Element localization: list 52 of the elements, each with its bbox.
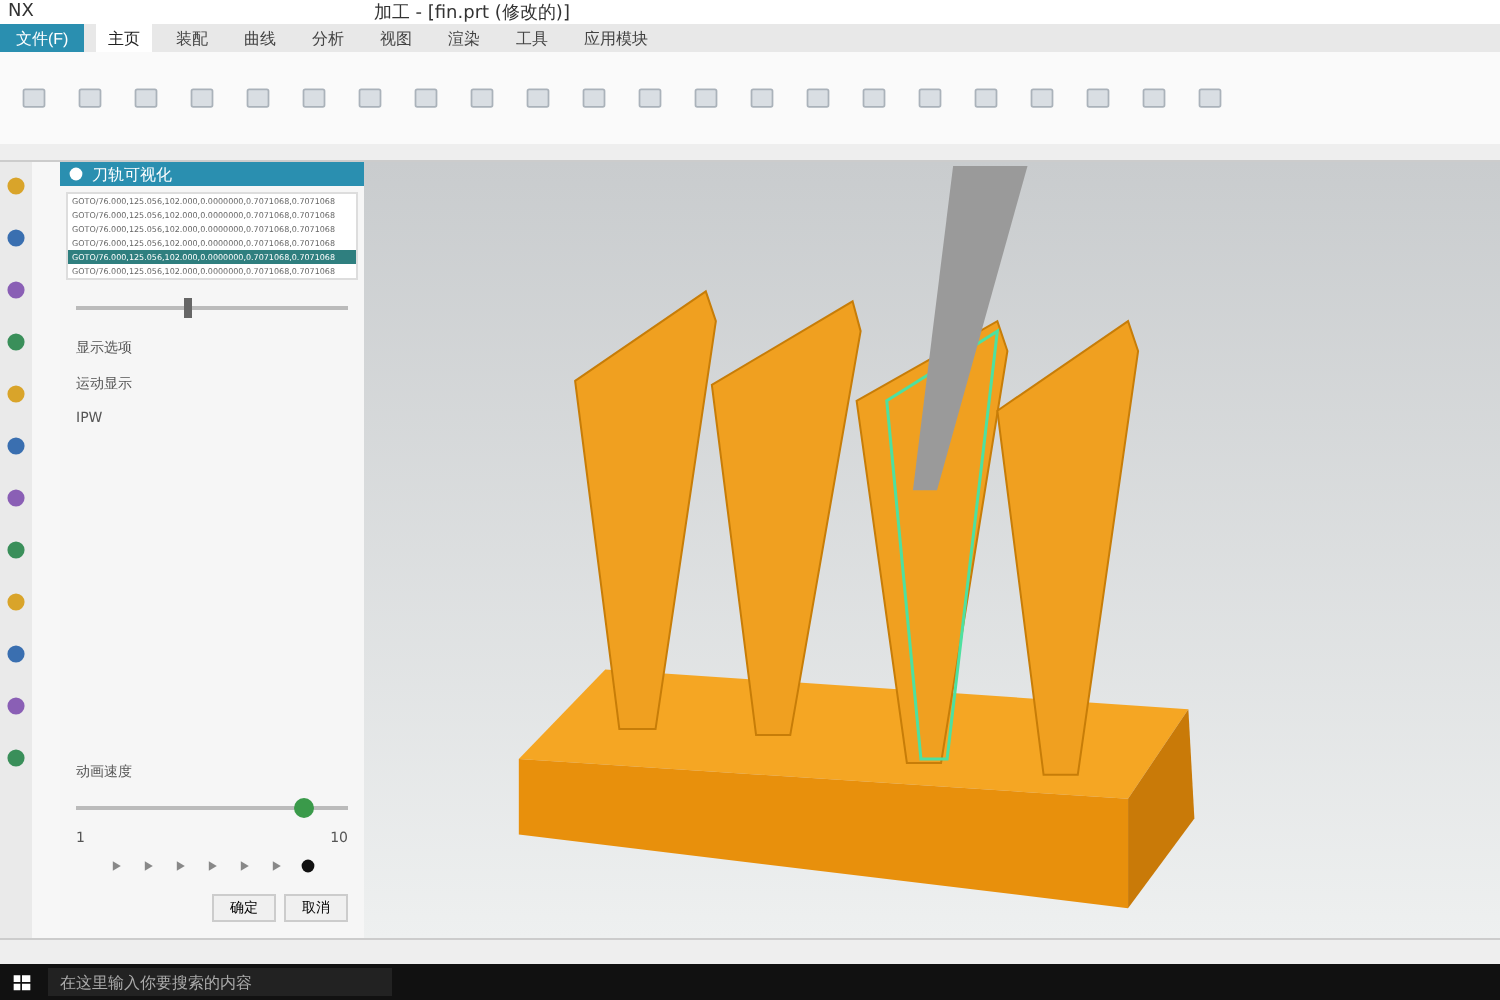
- resource-icon[interactable]: [4, 590, 28, 614]
- toolbar-icon[interactable]: [20, 84, 48, 112]
- ribbon-tab[interactable]: 曲线: [232, 24, 289, 52]
- toolbar-icon[interactable]: [636, 84, 664, 112]
- app-name: NX: [8, 2, 34, 22]
- toolbar-icon[interactable]: [524, 84, 552, 112]
- slider-thumb[interactable]: [293, 798, 314, 818]
- toolbar-icon[interactable]: [748, 84, 776, 112]
- ribbon-tab[interactable]: 渲染: [436, 24, 493, 52]
- file-menu-button[interactable]: 文件(F): [0, 24, 85, 52]
- toolbar-icon[interactable]: [300, 84, 328, 112]
- search-placeholder: 在这里输入你要搜索的内容: [60, 971, 252, 993]
- toolbar-icon[interactable]: [356, 84, 384, 112]
- toolbar-icon[interactable]: [1084, 84, 1112, 112]
- toolbar-icon[interactable]: [188, 84, 216, 112]
- ribbon-tab[interactable]: 主页: [96, 24, 153, 52]
- toolbar-icon[interactable]: [580, 84, 608, 112]
- toolbar-icon[interactable]: [244, 84, 272, 112]
- toolbar-icon[interactable]: [132, 84, 160, 112]
- ribbon-tab[interactable]: 装配: [164, 24, 221, 52]
- taskbar-search-field[interactable]: 在这里输入你要搜索的内容: [48, 968, 392, 996]
- toolbar-icon[interactable]: [916, 84, 944, 112]
- resource-icon[interactable]: [4, 434, 28, 458]
- slider-thumb[interactable]: [184, 298, 193, 318]
- toolbar-icon[interactable]: [1028, 84, 1056, 112]
- toolbar-icon[interactable]: [1196, 84, 1224, 112]
- toolbar-icon[interactable]: [468, 84, 496, 112]
- toolbar-icon[interactable]: [76, 84, 104, 112]
- resource-icon[interactable]: [4, 330, 28, 354]
- ribbon-tab[interactable]: 分析: [300, 24, 357, 52]
- toolbar-icon[interactable]: [412, 84, 440, 112]
- ribbon-tab[interactable]: 工具: [504, 24, 561, 52]
- resource-icon[interactable]: [4, 226, 28, 250]
- toolbar-icon[interactable]: [972, 84, 1000, 112]
- dialog-title: 刀轨可视化: [92, 163, 172, 185]
- resource-icon[interactable]: [4, 694, 28, 718]
- resource-icon[interactable]: [4, 538, 28, 562]
- toolbar-icon[interactable]: [860, 84, 888, 112]
- resource-icon[interactable]: [4, 278, 28, 302]
- resource-icon[interactable]: [4, 382, 28, 406]
- toolbar-icon[interactable]: [1140, 84, 1168, 112]
- windows-icon[interactable]: [12, 972, 32, 992]
- toolbar-icon[interactable]: [804, 84, 832, 112]
- ribbon-tab[interactable]: 视图: [368, 24, 425, 52]
- toolbar-icon[interactable]: [692, 84, 720, 112]
- resource-icon[interactable]: [4, 486, 28, 510]
- resource-icon[interactable]: [4, 174, 28, 198]
- resource-icon[interactable]: [4, 642, 28, 666]
- ribbon-tab[interactable]: 应用模块: [572, 24, 661, 52]
- resource-icon[interactable]: [4, 746, 28, 770]
- window-title: 加工 - [fin.prt (修改的)]: [373, 1, 570, 25]
- stop-icon[interactable]: [300, 858, 316, 874]
